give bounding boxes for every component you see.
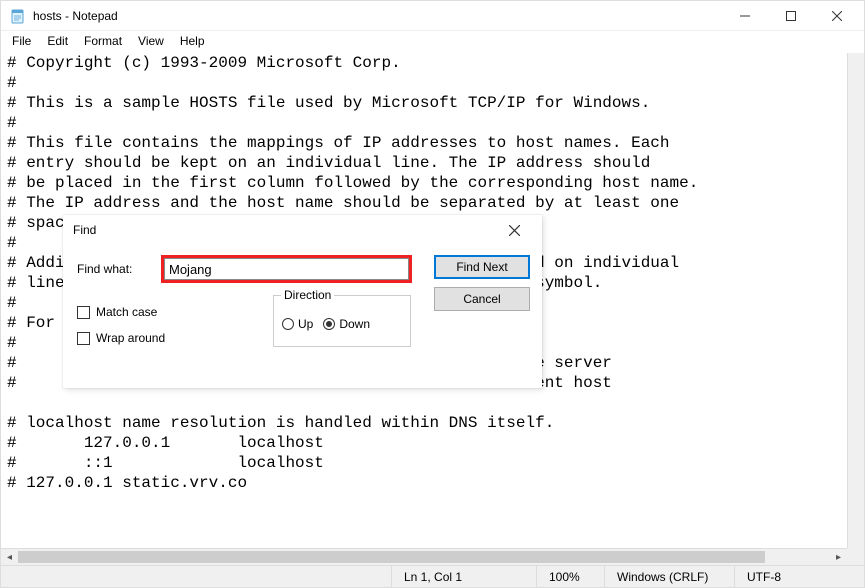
find-next-button[interactable]: Find Next xyxy=(434,255,530,279)
radio-down-label: Down xyxy=(339,317,370,331)
scroll-right-icon[interactable]: ▸ xyxy=(830,549,847,566)
status-encoding: UTF-8 xyxy=(734,566,864,587)
menu-format[interactable]: Format xyxy=(77,32,129,50)
titlebar: hosts - Notepad xyxy=(1,1,864,31)
status-zoom: 100% xyxy=(536,566,604,587)
statusbar: Ln 1, Col 1 100% Windows (CRLF) UTF-8 xyxy=(1,565,864,587)
menu-file[interactable]: File xyxy=(5,32,38,50)
find-title: Find xyxy=(73,223,494,237)
scrollbar-thumb[interactable] xyxy=(18,551,765,563)
checkbox-icon xyxy=(77,332,90,345)
find-titlebar[interactable]: Find xyxy=(63,215,542,245)
menu-view[interactable]: View xyxy=(131,32,171,50)
radio-down[interactable]: Down xyxy=(323,317,370,331)
menu-edit[interactable]: Edit xyxy=(40,32,75,50)
find-what-input[interactable] xyxy=(164,258,409,280)
check-wrap-around[interactable]: Wrap around xyxy=(77,331,165,345)
status-line-ending: Windows (CRLF) xyxy=(604,566,734,587)
find-dialog: Find Find what: Find Next Cancel Directi… xyxy=(63,215,542,388)
scroll-left-icon[interactable]: ◂ xyxy=(1,549,18,566)
menu-help[interactable]: Help xyxy=(173,32,212,50)
notepad-icon xyxy=(9,7,27,25)
find-what-label: Find what: xyxy=(77,262,151,276)
check-match-case-label: Match case xyxy=(96,305,157,319)
window-title: hosts - Notepad xyxy=(33,9,118,23)
checkbox-icon xyxy=(77,306,90,319)
scroll-corner xyxy=(847,548,864,565)
radio-up[interactable]: Up xyxy=(282,317,313,331)
find-input-highlight xyxy=(161,255,412,283)
scrollbar-track[interactable] xyxy=(18,549,830,565)
menubar: File Edit Format View Help xyxy=(1,31,864,51)
check-wrap-around-label: Wrap around xyxy=(96,331,165,345)
status-position: Ln 1, Col 1 xyxy=(391,566,536,587)
direction-legend: Direction xyxy=(281,288,334,302)
check-match-case[interactable]: Match case xyxy=(77,305,165,319)
horizontal-scrollbar[interactable]: ◂ ▸ xyxy=(1,548,847,565)
minimize-button[interactable] xyxy=(722,1,768,31)
direction-group: Direction Up Down xyxy=(273,295,411,347)
cancel-button[interactable]: Cancel xyxy=(434,287,530,311)
find-close-button[interactable] xyxy=(494,216,534,244)
radio-up-label: Up xyxy=(298,317,313,331)
radio-up-icon xyxy=(282,318,294,330)
radio-down-icon xyxy=(323,318,335,330)
close-button[interactable] xyxy=(814,1,860,31)
vertical-scrollbar[interactable] xyxy=(847,53,864,548)
maximize-button[interactable] xyxy=(768,1,814,31)
status-empty xyxy=(1,566,391,587)
